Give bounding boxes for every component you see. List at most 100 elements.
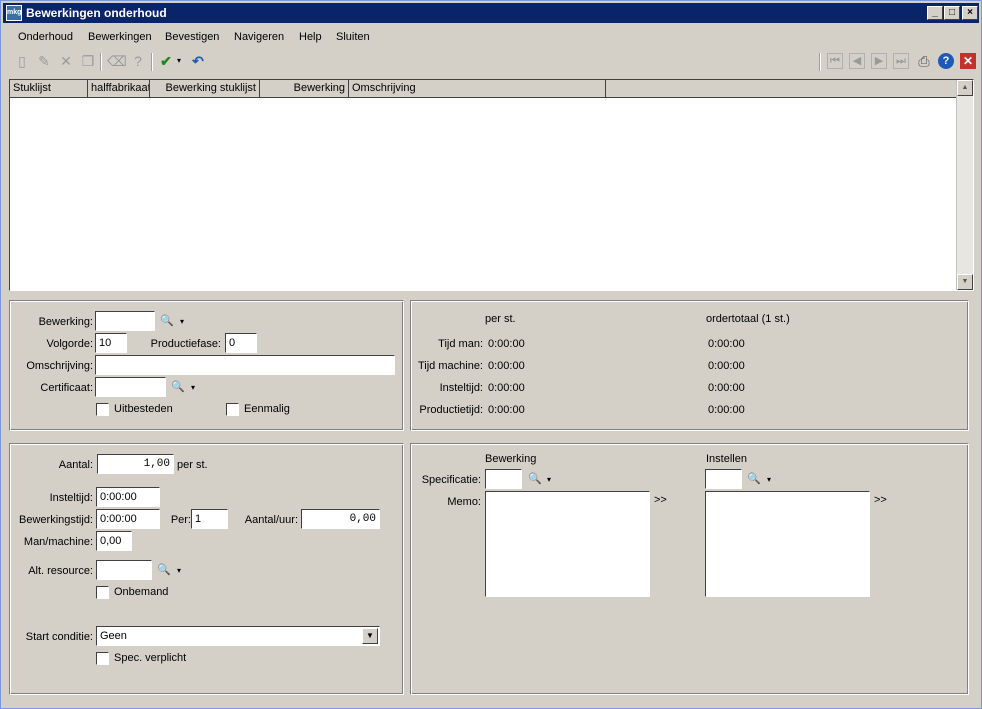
- start-conditie-select[interactable]: Geen ▼: [96, 626, 380, 646]
- grid-header: Stuklijst halffabrikaat Bewerking stukli…: [10, 80, 957, 98]
- tijd-man-label: Tijd man:: [438, 338, 483, 350]
- bewerking-label: Bewerking:: [38, 316, 93, 328]
- bewerking-memo-textarea[interactable]: [485, 491, 650, 597]
- memo-label: Memo:: [447, 496, 481, 508]
- omschrijving-field[interactable]: [95, 355, 395, 375]
- specificatie-label: Specificatie:: [421, 474, 481, 486]
- operation-panel: Bewerking: 🔍 ▾ Volgorde: 10 Productiefas…: [9, 300, 404, 431]
- man-machine-field[interactable]: 0,00: [96, 531, 132, 551]
- bewerking-dropdown-icon[interactable]: ▾: [180, 317, 184, 326]
- new-icon[interactable]: ▯: [13, 52, 31, 70]
- column-header-bewerking-stuklijst[interactable]: Bewerking stuklijst: [150, 80, 260, 98]
- aantal-label: Aantal:: [58, 459, 93, 471]
- q-insteltijd-label: Insteltijd:: [49, 492, 93, 504]
- spec-verplicht-checkbox[interactable]: [96, 652, 109, 665]
- alt-resource-label: Alt. resource:: [28, 565, 93, 577]
- alt-resource-lookup-icon[interactable]: 🔍: [157, 563, 171, 576]
- last-record-icon[interactable]: ⏭: [893, 53, 909, 69]
- productietijd-label: Productietijd:: [419, 404, 483, 416]
- eenmalig-checkbox[interactable]: [226, 403, 239, 416]
- confirm-icon[interactable]: ✔: [157, 52, 175, 70]
- certificaat-field[interactable]: [95, 377, 166, 397]
- alt-resource-field[interactable]: [96, 560, 152, 580]
- certificaat-lookup-icon[interactable]: 🔍: [171, 380, 185, 393]
- query-icon[interactable]: ?: [129, 52, 147, 70]
- bewerking-specificatie-field[interactable]: [485, 469, 522, 489]
- confirm-dropdown-icon[interactable]: ▾: [174, 52, 184, 70]
- onbemand-checkbox[interactable]: [96, 586, 109, 599]
- per-label: Per:: [170, 514, 191, 526]
- previous-record-icon[interactable]: ◀: [849, 53, 865, 69]
- column-header-stuklijst[interactable]: Stuklijst: [10, 80, 88, 98]
- app-icon: mkg: [6, 5, 22, 21]
- instellen-memo-textarea[interactable]: [705, 491, 870, 597]
- close-icon[interactable]: ✕: [960, 53, 976, 69]
- menu-onderhoud[interactable]: Onderhoud: [18, 31, 73, 43]
- man-machine-label: Man/machine:: [23, 536, 93, 548]
- menu-sluiten[interactable]: Sluiten: [336, 31, 370, 43]
- onbemand-label: Onbemand: [114, 586, 169, 598]
- spec-instellen-header: Instellen: [706, 453, 747, 465]
- eenmalig-label: Eenmalig: [244, 403, 290, 415]
- column-header-omschrijving[interactable]: Omschrijving: [349, 80, 606, 98]
- instellen-specificatie-field[interactable]: [705, 469, 742, 489]
- undo-icon[interactable]: ↶: [189, 52, 207, 70]
- window-title: Bewerkingen onderhoud: [26, 6, 167, 20]
- insteltijd-per-value: 0:00:00: [488, 382, 525, 394]
- copy-icon[interactable]: ❐: [79, 52, 97, 70]
- minimize-button[interactable]: _: [927, 6, 943, 20]
- bewerking-lookup-icon[interactable]: 🔍: [160, 314, 174, 327]
- aantal-field[interactable]: 1,00: [97, 454, 174, 474]
- help-icon[interactable]: ?: [938, 53, 954, 69]
- column-header-halffabrikaat[interactable]: halffabrikaat: [88, 80, 150, 98]
- delete-icon[interactable]: ✕: [57, 52, 75, 70]
- menu-navigeren[interactable]: Navigeren: [234, 31, 284, 43]
- first-record-icon[interactable]: ⏮: [827, 53, 843, 69]
- alt-resource-dropdown-icon[interactable]: ▾: [177, 566, 181, 575]
- quantity-panel: Aantal: 1,00 per st. Insteltijd: 0:00:00…: [9, 443, 404, 695]
- close-window-button[interactable]: ×: [962, 6, 978, 20]
- bewerking-specificatie-lookup-icon[interactable]: 🔍: [528, 472, 542, 485]
- menu-bevestigen[interactable]: Bevestigen: [165, 31, 219, 43]
- bewerking-field[interactable]: [95, 311, 155, 331]
- operations-grid[interactable]: Stuklijst halffabrikaat Bewerking stukli…: [9, 79, 974, 291]
- uitbesteden-checkbox[interactable]: [96, 403, 109, 416]
- menu-help[interactable]: Help: [299, 31, 322, 43]
- instellen-specificatie-dropdown-icon[interactable]: ▾: [767, 475, 771, 484]
- print-icon[interactable]: ⎙: [915, 52, 933, 70]
- scroll-up-icon[interactable]: ▲: [957, 80, 973, 96]
- menu-bar: Onderhoud Bewerkingen Bevestigen Naviger…: [3, 27, 979, 47]
- certificaat-dropdown-icon[interactable]: ▾: [191, 383, 195, 392]
- volgorde-field[interactable]: 10: [95, 333, 127, 353]
- instellen-memo-expand-button[interactable]: >>: [874, 494, 887, 506]
- insteltijd-label: Insteltijd:: [439, 382, 483, 394]
- column-header-bewerking[interactable]: Bewerking: [260, 80, 349, 98]
- tijd-machine-total-value: 0:00:00: [708, 360, 745, 372]
- spec-bewerking-header: Bewerking: [485, 453, 537, 465]
- start-conditie-value: Geen: [100, 630, 127, 642]
- toolbar: ▯ ✎ ✕ ❐ ⌫ ? ✔ ▾ ↶ ⏮ ◀ ▶ ⏭ ⎙ ? ✕: [3, 50, 979, 74]
- grid-vertical-scrollbar[interactable]: ▲ ▼: [956, 80, 973, 290]
- bewerking-specificatie-dropdown-icon[interactable]: ▾: [547, 475, 551, 484]
- per-st-header: per st.: [485, 313, 516, 325]
- ordertotaal-header: ordertotaal (1 st.): [706, 313, 790, 325]
- productiefase-field[interactable]: 0: [225, 333, 257, 353]
- eraser-icon[interactable]: ⌫: [107, 52, 127, 70]
- chevron-down-icon[interactable]: ▼: [362, 628, 378, 644]
- bewerkingstijd-label: Bewerkingstijd:: [19, 514, 93, 526]
- bewerkingstijd-field[interactable]: 0:00:00: [96, 509, 160, 529]
- insteltijd-field[interactable]: 0:00:00: [96, 487, 160, 507]
- productiefase-label: Productiefase:: [150, 338, 221, 350]
- per-field[interactable]: 1: [191, 509, 228, 529]
- bewerking-memo-expand-button[interactable]: >>: [654, 494, 667, 506]
- title-bar: mkg Bewerkingen onderhoud _ □ ×: [3, 3, 979, 23]
- next-record-icon[interactable]: ▶: [871, 53, 887, 69]
- menu-bewerkingen[interactable]: Bewerkingen: [88, 31, 152, 43]
- edit-icon[interactable]: ✎: [35, 52, 53, 70]
- uitbesteden-label: Uitbesteden: [114, 403, 173, 415]
- instellen-specificatie-lookup-icon[interactable]: 🔍: [747, 472, 761, 485]
- scroll-down-icon[interactable]: ▼: [957, 274, 973, 290]
- aantal-uur-field[interactable]: 0,00: [301, 509, 380, 529]
- aantal-unit: per st.: [177, 459, 208, 471]
- maximize-button[interactable]: □: [944, 6, 960, 20]
